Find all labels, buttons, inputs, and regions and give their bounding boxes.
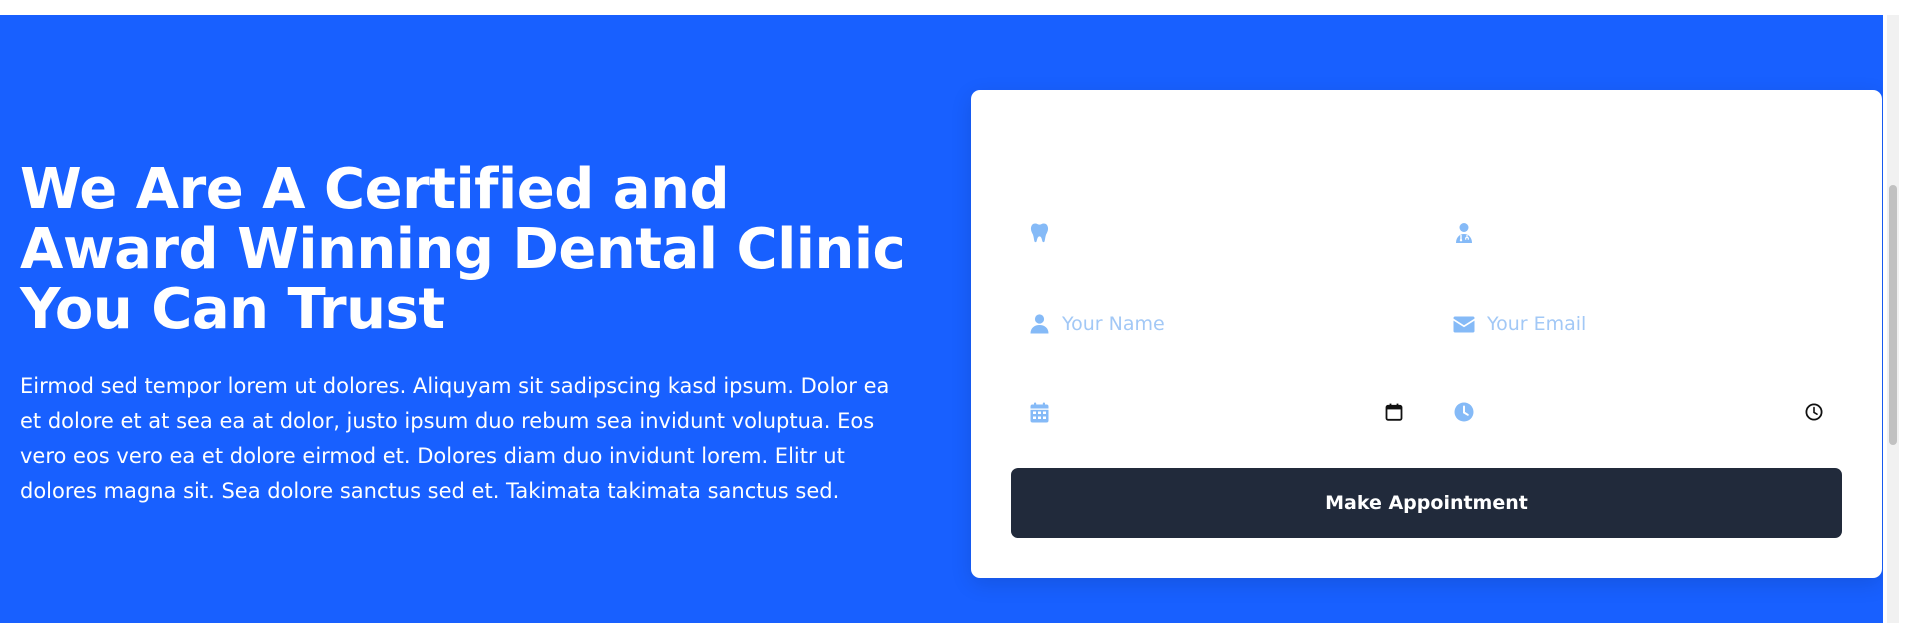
hero-description: Eirmod sed tempor lorem ut dolores. Aliq… (20, 374, 890, 503)
appointment-hero-section: We Are A Certified and Award Winning Den… (0, 15, 1883, 623)
doctor-select[interactable] (1436, 203, 1842, 263)
page: We Are A Certified and Award Winning Den… (0, 0, 1907, 639)
appointment-form-card: Make Appointment (971, 90, 1882, 578)
calendar-icon (1027, 400, 1051, 424)
service-select[interactable] (1011, 203, 1422, 263)
email-input[interactable] (1487, 313, 1787, 335)
scrollbar-thumb[interactable] (1889, 185, 1897, 445)
time-field[interactable] (1436, 382, 1842, 442)
make-appointment-button[interactable]: Make Appointment (1011, 468, 1842, 538)
name-field[interactable] (1011, 294, 1422, 354)
tooth-icon (1027, 221, 1051, 245)
calendar-picker-icon[interactable] (1382, 400, 1406, 424)
email-field[interactable] (1436, 294, 1842, 354)
page-scrollbar[interactable] (1883, 0, 1907, 639)
envelope-icon (1452, 312, 1476, 336)
clock-picker-icon[interactable] (1802, 400, 1826, 424)
name-input[interactable] (1062, 313, 1362, 335)
hero-title: We Are A Certified and Award Winning Den… (20, 157, 906, 342)
user-icon (1027, 312, 1051, 336)
user-doctor-icon (1452, 221, 1476, 245)
clock-icon (1452, 400, 1476, 424)
date-field[interactable] (1011, 382, 1422, 442)
